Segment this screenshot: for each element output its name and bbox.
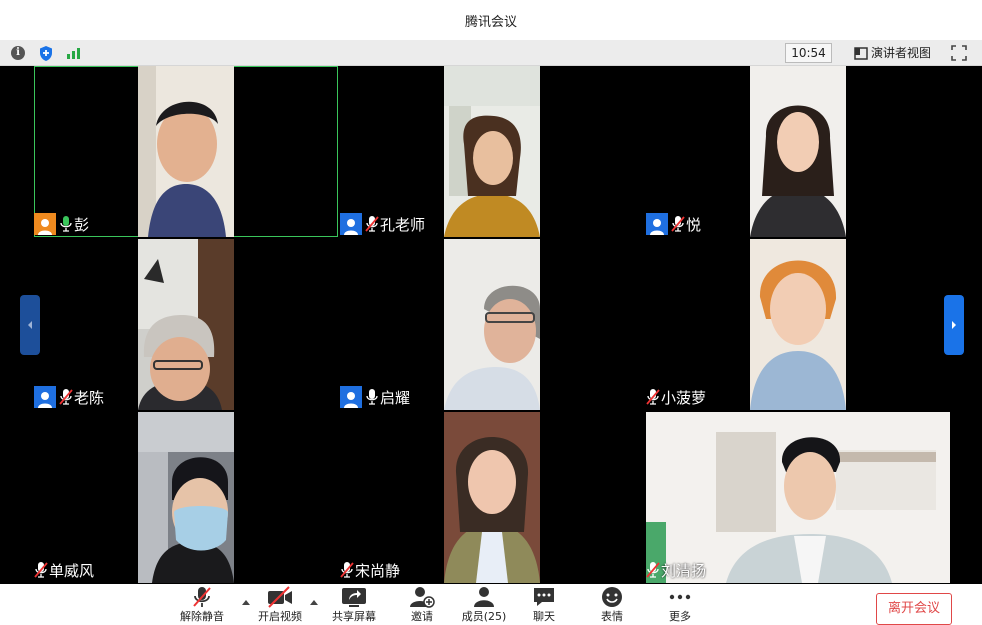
more-button[interactable]: 更多 — [648, 586, 712, 623]
avatar-icon — [34, 386, 56, 408]
window-title: 腾讯会议 — [464, 15, 517, 30]
layout-icon — [854, 46, 868, 60]
participant-name: 悦 — [686, 215, 702, 234]
video-tile[interactable]: 悦 — [646, 66, 950, 237]
avatar-icon — [340, 386, 362, 408]
participant-nameplate: 小菠萝 — [646, 386, 706, 408]
previous-page-button[interactable] — [20, 295, 40, 355]
video-tile[interactable]: 彭 — [34, 66, 338, 237]
participant-video — [444, 239, 540, 410]
video-tile[interactable]: 小菠萝 — [646, 239, 950, 410]
members-label: 成员(25) — [461, 610, 507, 623]
video-tile[interactable]: 单威风 — [34, 412, 338, 583]
mic-muted-icon — [34, 562, 48, 578]
video-tile[interactable]: 孔老师 — [340, 66, 644, 237]
mic-on-icon — [366, 389, 378, 405]
video-tile[interactable]: 启耀 — [340, 239, 644, 410]
mic-muted-icon — [340, 562, 354, 578]
info-icon[interactable]: i — [9, 44, 27, 62]
speaker-view-button[interactable]: 演讲者视图 — [850, 43, 935, 63]
invite-label: 邀请 — [411, 610, 433, 623]
meeting-window: 腾讯会议 i 10:54 演讲者视图 彭 孔老师 悦 老陈 启耀 小菠萝 单威风… — [0, 0, 982, 625]
participant-nameplate: 彭 — [34, 213, 89, 235]
chevron-left-icon — [28, 321, 32, 329]
participant-video — [444, 412, 540, 583]
title-bar: 腾讯会议 — [0, 0, 982, 40]
mic-muted-icon — [646, 562, 660, 578]
participant-video — [444, 66, 540, 237]
participant-video — [138, 66, 234, 237]
mic-muted-icon — [59, 389, 73, 405]
members-button[interactable]: 成员(25) — [452, 586, 516, 623]
participant-name: 单威风 — [49, 561, 95, 580]
participant-nameplate: 孔老师 — [340, 213, 425, 235]
camera-off-icon — [268, 586, 292, 608]
leave-meeting-button[interactable]: 离开会议 — [876, 593, 952, 625]
add-user-icon — [410, 587, 435, 608]
participant-nameplate: 悦 — [646, 213, 701, 235]
start-video-button[interactable]: 开启视频 — [248, 586, 312, 623]
participant-name: 孔老师 — [380, 215, 426, 234]
participant-name: 启耀 — [380, 388, 411, 407]
share-screen-label: 共享屏幕 — [332, 610, 376, 623]
emoji-icon — [602, 587, 622, 607]
mic-on-icon — [60, 216, 72, 232]
participant-video — [750, 66, 846, 237]
caret-up-icon[interactable] — [309, 598, 319, 606]
participant-name: 彭 — [74, 215, 90, 234]
mic-muted-icon — [646, 389, 660, 405]
mic-muted-icon — [365, 216, 379, 232]
video-tile[interactable]: 宋尚静 — [340, 412, 644, 583]
info-bar: i 10:54 演讲者视图 — [0, 40, 982, 66]
reactions-label: 表情 — [601, 610, 623, 623]
video-tile[interactable]: 刘清扬 — [646, 412, 950, 583]
members-icon — [474, 587, 494, 607]
next-page-button[interactable] — [944, 295, 964, 355]
chevron-right-icon — [952, 321, 956, 329]
participant-nameplate: 老陈 — [34, 386, 104, 408]
participant-nameplate: 单威风 — [34, 559, 94, 581]
security-shield-icon[interactable] — [37, 44, 55, 62]
participant-nameplate: 刘清扬 — [646, 559, 706, 581]
participant-video — [138, 239, 234, 410]
mic-muted-icon — [193, 587, 211, 607]
reactions-button[interactable]: 表情 — [580, 586, 644, 623]
mic-muted-icon — [671, 216, 685, 232]
unmute-button[interactable]: 解除静音 — [170, 586, 234, 623]
chat-label: 聊天 — [533, 610, 555, 623]
avatar-icon — [646, 213, 668, 235]
unmute-label: 解除静音 — [180, 610, 224, 623]
participant-video — [646, 412, 950, 583]
avatar-icon — [34, 213, 56, 235]
fullscreen-icon[interactable] — [950, 44, 968, 62]
invite-button[interactable]: 邀请 — [390, 586, 454, 623]
participant-nameplate: 启耀 — [340, 386, 410, 408]
chat-icon — [534, 588, 554, 606]
more-icon — [669, 594, 691, 600]
network-signal-icon[interactable] — [64, 44, 82, 62]
meeting-toolbar: 解除静音 开启视频 共享屏幕 邀请 成员(25) 聊天 表情 更多 离开会议 — [0, 584, 982, 625]
meeting-clock: 10:54 — [785, 43, 832, 63]
participant-name: 小菠萝 — [661, 388, 707, 407]
video-tile[interactable]: 老陈 — [34, 239, 338, 410]
participant-name: 宋尚静 — [355, 561, 401, 580]
avatar-icon — [340, 213, 362, 235]
participant-video — [750, 239, 846, 410]
participant-video — [138, 412, 234, 583]
participant-name: 刘清扬 — [661, 561, 707, 580]
share-screen-button[interactable]: 共享屏幕 — [322, 586, 386, 623]
participant-name: 老陈 — [74, 388, 105, 407]
speaker-view-label: 演讲者视图 — [871, 46, 932, 60]
start-video-label: 开启视频 — [258, 610, 302, 623]
chat-button[interactable]: 聊天 — [512, 586, 576, 623]
participant-nameplate: 宋尚静 — [340, 559, 400, 581]
more-label: 更多 — [669, 610, 691, 623]
share-screen-icon — [342, 588, 366, 607]
